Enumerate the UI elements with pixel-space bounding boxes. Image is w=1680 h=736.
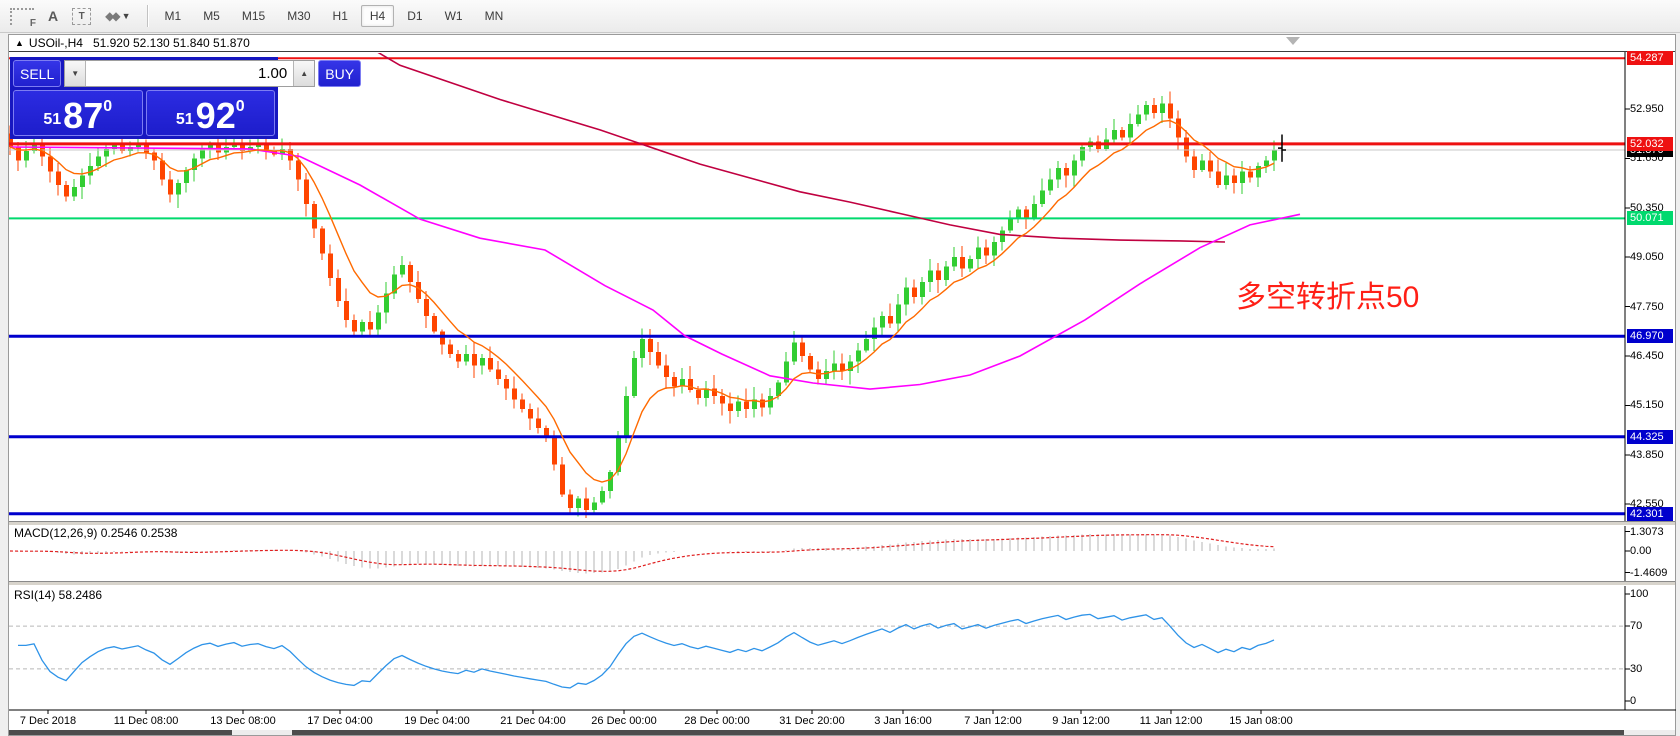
timeframe-button-h1[interactable]: H1 — [324, 5, 357, 27]
a-text-icon[interactable]: A — [48, 8, 58, 24]
chart-ohlc-values: 51.920 52.130 51.840 51.870 — [92, 36, 250, 50]
shapes-icon[interactable]: ◆◆ ▼ — [105, 9, 130, 23]
chart-annotation-text: 多空转折点50 — [1236, 281, 1420, 314]
price-axis-tick: 45.150 — [1630, 399, 1664, 412]
sell-price-sup: 0 — [103, 98, 113, 115]
timeframe-button-h4[interactable]: H4 — [360, 5, 395, 27]
timeframe-button-m5[interactable]: M5 — [194, 5, 229, 27]
timeframe-buttons: M1 M5 M15 M30 H1 H4 D1 W1 MN — [156, 5, 513, 27]
time-axis-label: 3 Jan 16:00 — [874, 715, 932, 727]
caret-down-icon: ▼ — [71, 69, 80, 78]
one-click-trading-panel: SELL ▼ ▲ BUY 51870 51920 — [10, 57, 362, 139]
t-textbox-icon[interactable]: T — [72, 7, 92, 25]
buy-button[interactable]: BUY — [318, 60, 362, 87]
price-level-label: 54.287 — [1627, 51, 1673, 66]
rsi-axis-tick: 0 — [1630, 695, 1637, 707]
chart-shift-marker-icon[interactable] — [1286, 37, 1300, 45]
sell-price-prefix: 51 — [43, 111, 62, 128]
sell-price-big: 87 — [63, 94, 104, 136]
sell-button[interactable]: SELL — [13, 60, 62, 87]
timeframe-button-w1[interactable]: W1 — [436, 5, 472, 27]
macd-axis-tick: 0.00 — [1630, 545, 1652, 557]
price-axis-tick: 52.950 — [1630, 103, 1664, 115]
price-axis-tick: 43.850 — [1630, 448, 1664, 461]
price-level-label: 44.325 — [1627, 429, 1673, 444]
rsi-axis-tick: 100 — [1630, 588, 1649, 600]
macd-indicator-label: MACD(12,26,9) 0.2546 0.2538 — [14, 526, 178, 540]
time-axis-label: 7 Dec 2018 — [19, 715, 77, 727]
volume-input[interactable] — [86, 61, 294, 86]
time-axis-label: 17 Dec 04:00 — [307, 715, 373, 727]
timeframe-button-d1[interactable]: D1 — [398, 5, 431, 27]
price-axis-tick: 46.450 — [1630, 350, 1664, 362]
collapse-arrow-icon[interactable]: ▲ — [15, 38, 24, 48]
timeframe-button-m1[interactable]: M1 — [156, 5, 191, 27]
price-level-label: 46.970 — [1627, 329, 1673, 344]
timeframe-button-m15[interactable]: M15 — [233, 5, 274, 27]
chart-title-bar: ▲ USOil-,H4 51.920 52.130 51.840 51.870 — [9, 35, 1675, 52]
rsi-axis-tick: 70 — [1630, 620, 1643, 633]
dropdown-caret-icon: ▼ — [121, 11, 131, 21]
time-axis-label: 15 Jan 08:00 — [1229, 715, 1293, 727]
toolbar-separator — [146, 5, 148, 27]
buy-price-big: 92 — [195, 94, 236, 136]
macd-axis-tick: -1.4609 — [1630, 566, 1668, 579]
price-level-label: 52.032 — [1627, 136, 1673, 151]
volume-spinner: ▼ ▲ — [64, 60, 316, 87]
time-axis-label: 9 Jan 12:00 — [1052, 715, 1110, 727]
caret-up-icon: ▲ — [300, 69, 309, 78]
time-axis-label: 19 Dec 04:00 — [404, 715, 470, 727]
price-axis-tick: 49.050 — [1630, 251, 1664, 264]
time-axis-label: 11 Jan 12:00 — [1139, 715, 1203, 727]
price-axis-tick: 47.750 — [1630, 300, 1664, 313]
buy-price-sup: 0 — [235, 98, 245, 115]
top-toolbar: F A T ◆◆ ▼ M1 M5 M15 M30 H1 H4 D1 W1 MN — [0, 0, 1680, 33]
rsi-panel-separator[interactable] — [9, 581, 1675, 586]
timeframe-button-m30[interactable]: M30 — [278, 5, 319, 27]
buy-price-prefix: 51 — [175, 111, 194, 128]
time-axis-label: 31 Dec 20:00 — [779, 715, 845, 727]
rsi-indicator-label: RSI(14) 58.2486 — [14, 588, 103, 602]
scrollbar-thumb-right[interactable] — [292, 730, 1624, 735]
buy-price-button[interactable]: 51 92 0 — [145, 90, 275, 136]
price-level-label: 42.301 — [1627, 506, 1673, 521]
volume-decrease-button[interactable]: ▼ — [65, 61, 87, 86]
time-axis-label: 11 Dec 08:00 — [113, 715, 179, 727]
rsi-axis-tick: 30 — [1630, 662, 1643, 675]
time-axis-label: 7 Jan 12:00 — [964, 715, 1022, 727]
time-axis-label: 21 Dec 04:00 — [500, 715, 566, 727]
macd-axis-tick: 1.3073 — [1630, 525, 1664, 538]
sell-price-button[interactable]: 51 87 0 — [13, 90, 143, 136]
macd-panel-separator[interactable] — [9, 521, 1675, 526]
price-level-label: 50.071 — [1627, 211, 1673, 226]
chart-symbol-title: USOil-,H4 — [28, 36, 83, 50]
timeframe-button-mn[interactable]: MN — [476, 5, 513, 27]
time-axis-label: 28 Dec 00:00 — [684, 715, 750, 727]
f-grid-icon[interactable]: F — [10, 7, 36, 29]
time-axis-label: 26 Dec 00:00 — [591, 715, 657, 727]
time-axis-label: 13 Dec 08:00 — [210, 715, 276, 727]
volume-increase-button[interactable]: ▲ — [293, 61, 315, 86]
scrollbar-thumb-left[interactable] — [9, 730, 232, 735]
